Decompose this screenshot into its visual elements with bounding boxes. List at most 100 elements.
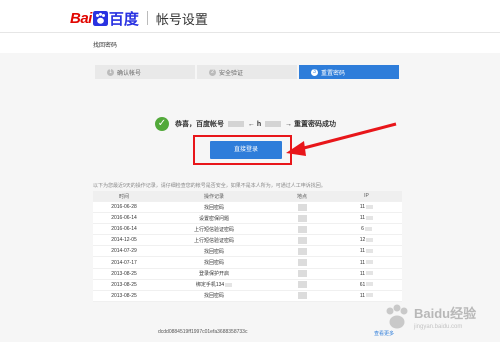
check-circle-icon: ✓ [155, 117, 169, 131]
cell-ip: 11 [331, 271, 402, 277]
cell-ip: 11 [331, 215, 402, 221]
section-title: 找回密码 [93, 43, 118, 49]
cell-operation: 上行短信验证密码 [193, 226, 234, 233]
ip-value: 12 [359, 237, 366, 244]
cell-operation: 设置密保问题 [198, 215, 229, 222]
step-number: 2 [209, 68, 216, 76]
cell-date: 2014-07-29 [111, 248, 137, 255]
direct-login-button[interactable]: 直接登录 [210, 141, 282, 159]
record-hash: dcdd0884519ff1997c01efa3688358733c [158, 329, 248, 335]
ip-value: 11 [359, 270, 366, 277]
paw-icon [92, 10, 108, 26]
header-time: 时间 [118, 193, 129, 200]
cell-location [273, 225, 331, 233]
table-row: 2013-08-25 登录保护开启 11 [93, 269, 402, 280]
masked-ip [366, 260, 374, 265]
masked-ip [366, 282, 374, 287]
masked-account [227, 121, 244, 128]
ip-value: 11 [359, 215, 366, 222]
masked-location [297, 259, 307, 267]
masked-location [297, 214, 307, 222]
annotation-arrow-icon [286, 122, 397, 156]
masked-location [297, 203, 307, 211]
cell-date: 2013-08-25 [111, 281, 137, 288]
cell-ip: 11 [331, 204, 402, 210]
masked-ip [366, 293, 374, 298]
step-number: 1 [107, 68, 114, 76]
table-row: 2016-06-14 上行短信验证密码 6 [93, 224, 402, 236]
cell-location [273, 281, 331, 289]
ip-value: 61 [359, 281, 366, 288]
cell-location [273, 270, 331, 278]
masked-location [297, 225, 307, 233]
step-number: 3 [311, 68, 318, 76]
cell-date: 2014-07-17 [111, 259, 137, 266]
cell-operation: 找回密码 [203, 293, 224, 300]
watermark: Baidu经验 jingyan.baidu.com [380, 300, 492, 336]
cell-date: 2016-06-14 [111, 226, 137, 233]
cell-date: 2016-06-28 [111, 204, 137, 211]
baidu-logo[interactable]: Bai 百度 帐号设置 [70, 9, 208, 28]
cell-date: 2013-08-25 [111, 292, 137, 299]
cell-ip: 11 [331, 260, 402, 266]
cell-ip: 11 [331, 248, 402, 254]
cell-operation: 登录保护开启 [198, 271, 229, 278]
masked-location [297, 236, 307, 244]
progress-steps: 1 确认帐号 2 安全验证 3 重置密码 [95, 65, 399, 79]
table-row: 2016-06-14 设置密保问题 11 [93, 213, 402, 225]
step-label: 确认帐号 [117, 70, 142, 77]
cell-date: 2014-12-05 [111, 237, 137, 244]
cell-operation: 绑定手机134 [155, 281, 273, 288]
cell-location [273, 214, 331, 222]
table-row: 2013-08-25 绑定手机134 61 [93, 280, 402, 291]
cell-operation: 找回密码 [203, 204, 224, 211]
table-row: 2014-07-17 找回密码 11 [93, 257, 402, 269]
cell-ip: 11 [331, 293, 402, 299]
watermark-url: jingyan.baidu.com [414, 324, 463, 330]
masked-ip [366, 204, 374, 209]
cell-operation: 找回密码 [203, 260, 224, 267]
ip-value: 11 [359, 292, 366, 299]
masked-location [297, 247, 307, 255]
main-content: 1 确认帐号 2 安全验证 3 重置密码 ✓ 恭喜，百度帐号 ← h → 重置密… [0, 53, 500, 342]
cell-operation: 上行短信验证密码 [193, 237, 234, 244]
operation-text: 绑定手机134 [195, 282, 225, 289]
cell-operation: 找回密码 [203, 248, 224, 255]
table-row: 2013-08-25 找回密码 11 [93, 291, 402, 302]
step-reset-password: 3 重置密码 [299, 65, 399, 79]
cell-ip: 12 [331, 237, 402, 243]
step-confirm-account: 1 确认帐号 [95, 65, 195, 79]
ip-value: 6 [361, 226, 364, 233]
header-location: 地点 [296, 193, 307, 200]
step-label: 重置密码 [321, 70, 346, 77]
cell-ip: 61 [331, 282, 402, 288]
table-row: 2016-06-28 找回密码 11 [93, 202, 402, 214]
watermark-title: Baidu经验 [414, 306, 477, 321]
logo-divider [146, 11, 148, 25]
cell-date: 2016-06-14 [111, 215, 137, 222]
logo-text-du: 百度 [108, 10, 139, 28]
masked-account [265, 121, 282, 128]
masked-location [297, 292, 307, 300]
table-row: 2014-07-29 找回密码 11 [93, 246, 402, 258]
masked-ip [364, 226, 372, 231]
header-ip: IP [364, 193, 369, 199]
cell-location [273, 247, 331, 255]
cell-location [273, 259, 331, 267]
operation-history-table: 时间 操作记录 地点 IP 2016-06-28 找回密码 11 2016-06… [93, 191, 402, 302]
sub-header: 找回密码 [0, 33, 500, 53]
cell-date: 2013-08-25 [111, 270, 137, 277]
page-title: 帐号设置 [155, 11, 208, 27]
masked-ip [366, 215, 374, 220]
step-label: 安全验证 [219, 70, 244, 77]
cell-location [273, 203, 331, 211]
ip-value: 11 [359, 248, 366, 255]
notice-text: 以下为您最近9天的操作记录，请仔细检查您的帐号是否安全，如果不是本人所为，可通过… [93, 183, 326, 189]
success-prefix: 恭喜，百度帐号 [175, 121, 224, 128]
masked-location [297, 281, 307, 289]
top-bar: Bai 百度 帐号设置 [0, 0, 500, 33]
cell-location [273, 236, 331, 244]
table-header-row: 时间 操作记录 地点 IP [93, 191, 402, 202]
masked-ip [366, 271, 374, 276]
ip-value: 11 [359, 204, 366, 211]
